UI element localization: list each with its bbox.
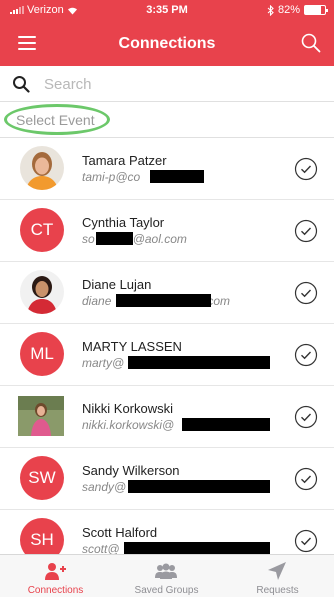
- tab-label: Requests: [256, 585, 299, 596]
- check-circle-icon[interactable]: [294, 467, 318, 491]
- search-icon[interactable]: [300, 32, 322, 54]
- contact-email: nikki.korkowski@: [82, 418, 175, 432]
- list-item[interactable]: CT Cynthia Taylor so @aol.com: [0, 200, 334, 262]
- avatar: [20, 146, 64, 190]
- redaction-bar: [124, 542, 270, 554]
- check-circle-icon[interactable]: [294, 529, 318, 553]
- connections-list: Tamara Patzer tami-p@co CT Cynthia Taylo…: [0, 138, 334, 554]
- status-bar: Verizon 3:35 PM 82%: [0, 0, 334, 22]
- email-suffix: @aol.com: [132, 232, 187, 246]
- contact-name: MARTY LASSEN: [82, 339, 182, 354]
- contact-name: Nikki Korkowski: [82, 401, 174, 416]
- search-field-icon: [13, 76, 30, 93]
- avatar: SW: [20, 456, 64, 500]
- battery-icon: [304, 5, 328, 15]
- status-right: 82%: [267, 4, 328, 16]
- avatar: [20, 270, 64, 314]
- battery-percent: 82%: [277, 4, 300, 16]
- tab-saved-groups[interactable]: Saved Groups: [111, 555, 222, 597]
- email-prefix: diane: [82, 294, 112, 308]
- email-prefix: so: [82, 232, 95, 246]
- tab-bar: Connections Saved Groups Requests: [0, 554, 334, 597]
- tab-label: Saved Groups: [134, 585, 199, 596]
- redaction-bar: [96, 232, 133, 245]
- contact-email: sandy@: [82, 480, 127, 494]
- redaction-bar: [128, 480, 270, 493]
- tab-requests[interactable]: Requests: [222, 555, 333, 597]
- search-input[interactable]: [44, 72, 314, 96]
- select-event-row[interactable]: Select Event: [0, 102, 334, 138]
- redaction-bar: [150, 170, 204, 183]
- contact-email: scott@: [82, 542, 120, 554]
- avatar: CT: [20, 208, 64, 252]
- select-event-highlight-circle: [4, 104, 110, 135]
- list-item[interactable]: Nikki Korkowski nikki.korkowski@: [0, 386, 334, 448]
- contact-name: Sandy Wilkerson: [82, 463, 180, 478]
- contact-name: Tamara Patzer: [82, 153, 167, 168]
- contact-email: tami-p@co: [82, 170, 141, 184]
- tab-label: Connections: [27, 585, 84, 596]
- list-item[interactable]: Tamara Patzer tami-p@co: [0, 138, 334, 200]
- contact-name: Scott Halford: [82, 525, 158, 540]
- tab-connections[interactable]: Connections: [0, 555, 111, 597]
- redaction-bar: [116, 294, 211, 307]
- check-circle-icon[interactable]: [294, 219, 318, 243]
- battery-fill: [305, 6, 322, 14]
- add-person-icon: [45, 563, 66, 580]
- avatar: SH: [20, 518, 64, 554]
- contact-name: Diane Lujan: [82, 277, 152, 292]
- group-icon: [155, 563, 177, 579]
- avatar: [18, 396, 64, 436]
- send-arrow-icon: [268, 562, 286, 580]
- search-bar: [0, 66, 334, 102]
- check-circle-icon[interactable]: [294, 343, 318, 367]
- list-item[interactable]: SH Scott Halford scott@: [0, 510, 334, 554]
- nav-bar: Connections: [0, 22, 334, 66]
- bluetooth-icon: [267, 4, 274, 16]
- page-title: Connections: [118, 35, 216, 52]
- contact-email: marty@: [82, 356, 125, 370]
- check-circle-icon[interactable]: [294, 157, 318, 181]
- contact-name: Cynthia Taylor: [82, 215, 165, 230]
- check-circle-icon[interactable]: [294, 281, 318, 305]
- list-item[interactable]: Diane Lujan diane com: [0, 262, 334, 324]
- redaction-bar: [128, 356, 270, 369]
- list-item[interactable]: ML MARTY LASSEN marty@: [0, 324, 334, 386]
- avatar: ML: [20, 332, 64, 376]
- list-item[interactable]: SW Sandy Wilkerson sandy@: [0, 448, 334, 510]
- redaction-bar: [182, 418, 270, 431]
- check-circle-icon[interactable]: [294, 405, 318, 429]
